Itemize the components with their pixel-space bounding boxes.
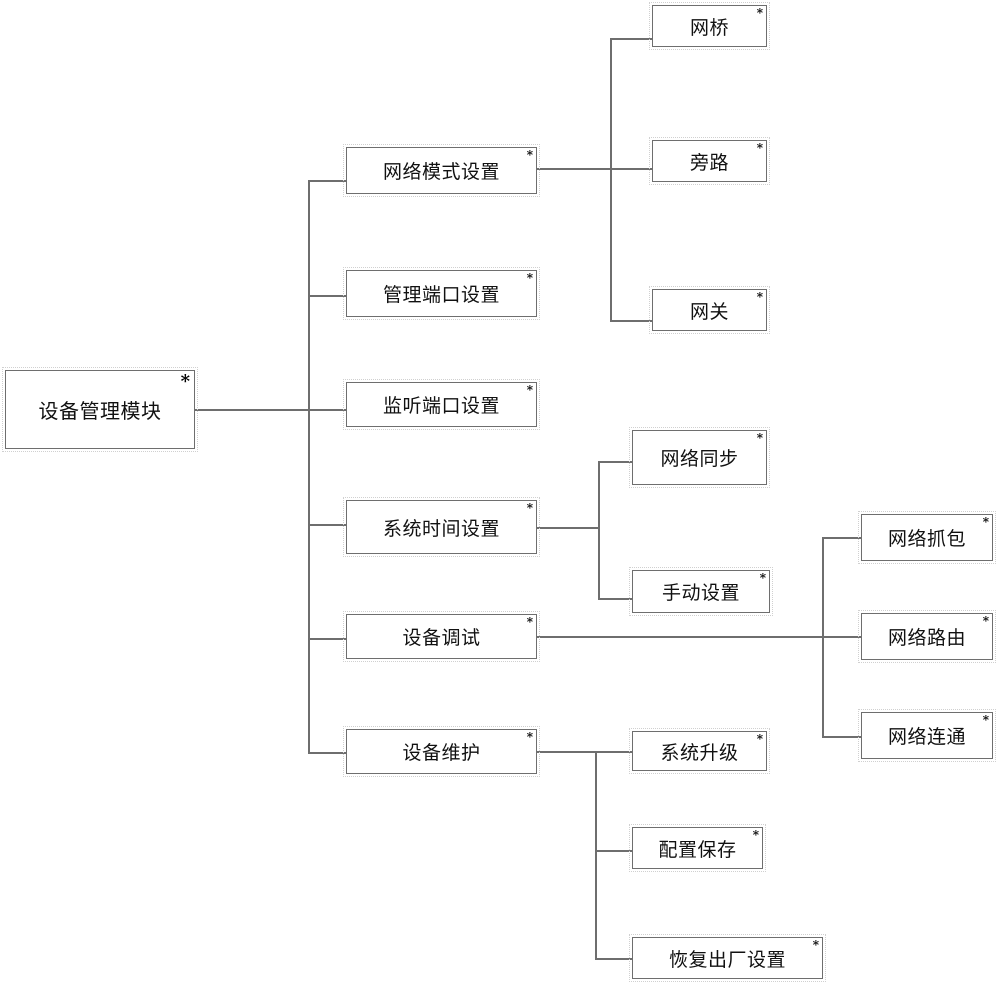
asterisk-marker-icon: * — [759, 571, 766, 585]
node-label: 配置保存 — [658, 838, 737, 861]
connector-maintenance-trunk — [595, 751, 597, 959]
node-label: 网络抓包 — [887, 528, 966, 550]
node-label: 网络连通 — [887, 726, 966, 748]
node-label: 设备维护 — [402, 742, 481, 764]
node-system-upgrade[interactable]: 系统升级 * — [629, 728, 770, 774]
node-label: 网络路由 — [887, 627, 966, 649]
node-label: 网桥 — [689, 16, 729, 39]
asterisk-marker-icon: * — [756, 431, 763, 445]
connector-to-factory-reset — [595, 958, 632, 960]
node-gateway[interactable]: 网关 * — [649, 286, 770, 334]
asterisk-marker-icon: * — [526, 730, 533, 744]
node-network-sync[interactable]: 网络同步 * — [629, 427, 770, 488]
asterisk-marker-icon: * — [752, 828, 759, 842]
connector-to-gateway — [610, 320, 652, 322]
node-label: 设备管理模块 — [38, 399, 162, 423]
node-factory-reset[interactable]: 恢复出厂设置 * — [629, 934, 826, 982]
connector-to-network-sync — [598, 461, 632, 463]
node-device-maintenance[interactable]: 设备维护 * — [343, 726, 540, 777]
asterisk-marker-icon: * — [526, 501, 533, 515]
node-network-mode-settings[interactable]: 网络模式设置 * — [343, 144, 540, 197]
connector-to-bypass — [610, 168, 652, 170]
connector-to-config-save — [595, 850, 632, 852]
connector-debug-out — [537, 636, 861, 638]
connector-network-mode-out — [537, 168, 610, 170]
node-label: 设备调试 — [402, 627, 481, 649]
node-label: 恢复出厂设置 — [668, 948, 786, 971]
asterisk-marker-icon: * — [812, 938, 819, 952]
connector-to-mgmt-port — [308, 295, 346, 297]
node-config-save[interactable]: 配置保存 * — [629, 824, 766, 872]
asterisk-marker-icon: * — [982, 713, 989, 727]
asterisk-marker-icon: * — [756, 732, 763, 746]
asterisk-marker-icon: * — [982, 614, 989, 628]
asterisk-marker-icon: * — [756, 290, 763, 304]
node-network-connectivity[interactable]: 网络连通 * — [858, 709, 996, 762]
connector-maintenance-out — [537, 751, 632, 753]
node-label: 系统升级 — [660, 741, 739, 764]
connector-debug-trunk — [822, 537, 824, 737]
connector-to-network-route — [822, 736, 861, 738]
connector-system-time-trunk — [598, 461, 600, 599]
connector-to-debug — [308, 638, 346, 640]
node-monitor-port-settings[interactable]: 监听端口设置 * — [343, 379, 540, 430]
node-manual-set[interactable]: 手动设置 * — [629, 567, 773, 616]
node-label: 管理端口设置 — [382, 284, 500, 306]
connector-to-maintenance — [308, 752, 346, 754]
asterisk-marker-icon: * — [526, 615, 533, 629]
node-packet-capture[interactable]: 网络抓包 * — [858, 511, 996, 564]
connector-system-time-out — [537, 527, 598, 529]
asterisk-marker-icon: * — [982, 515, 989, 529]
node-label: 旁路 — [689, 151, 729, 174]
connector-to-network-mode — [308, 180, 346, 182]
node-network-route[interactable]: 网络路由 * — [858, 610, 996, 663]
connector-to-system-time — [308, 524, 346, 526]
node-label: 网络模式设置 — [382, 161, 500, 183]
node-device-management-module[interactable]: 设备管理模块 * — [2, 367, 198, 452]
node-bypass[interactable]: 旁路 * — [649, 137, 770, 185]
node-label: 网关 — [689, 300, 729, 323]
node-label: 监听端口设置 — [382, 395, 500, 417]
node-management-port-settings[interactable]: 管理端口设置 * — [343, 267, 540, 320]
asterisk-marker-icon: * — [526, 383, 533, 397]
connector-main-trunk — [308, 180, 310, 753]
connector-to-monitor-port — [308, 409, 346, 411]
connector-to-manual-set — [598, 598, 632, 600]
node-device-debug[interactable]: 设备调试 * — [343, 611, 540, 662]
connector-to-bridge — [610, 38, 652, 40]
asterisk-marker-icon: * — [526, 271, 533, 285]
node-label: 网络同步 — [660, 448, 739, 470]
node-bridge[interactable]: 网桥 * — [649, 2, 770, 50]
node-label: 手动设置 — [661, 582, 740, 604]
node-system-time-settings[interactable]: 系统时间设置 * — [343, 497, 540, 557]
asterisk-marker-icon: * — [526, 148, 533, 162]
asterisk-marker-icon: * — [756, 141, 763, 155]
asterisk-marker-icon: * — [180, 371, 190, 392]
connector-root-to-trunk — [195, 409, 308, 411]
node-label: 系统时间设置 — [382, 517, 500, 540]
asterisk-marker-icon: * — [756, 6, 763, 20]
connector-to-packet-capture — [822, 537, 861, 539]
connector-network-mode-trunk — [610, 38, 612, 321]
